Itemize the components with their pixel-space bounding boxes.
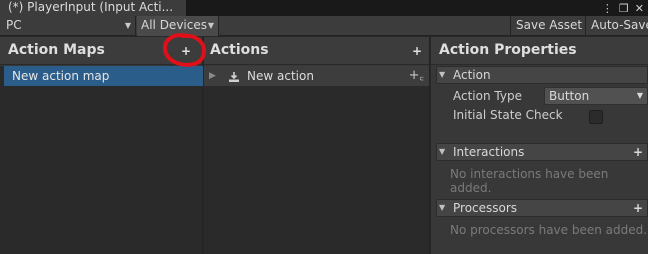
device-dropdown[interactable]: All Devices ▼: [137, 16, 219, 36]
add-action-map-button[interactable]: +: [181, 44, 191, 58]
processors-section-label: Processors: [453, 201, 518, 215]
actions-panel: Actions + ▶ New action +꜀: [204, 37, 430, 254]
foldout-open-icon: ▼: [439, 203, 446, 212]
device-value: All Devices: [141, 18, 207, 32]
save-asset-button[interactable]: Save Asset: [510, 16, 587, 36]
actions-header: Actions +: [204, 37, 429, 65]
action-maps-header: Action Maps +: [0, 37, 202, 65]
window-controls: ⋮ ❐ ✕: [602, 0, 644, 16]
maximize-icon[interactable]: ❐: [619, 2, 629, 15]
initial-state-check-label: Initial State Check: [453, 108, 563, 122]
download-icon: [229, 72, 239, 82]
window-tab[interactable]: (*) PlayerInput (Input Acti...: [0, 0, 186, 16]
action-maps-list: New action map: [0, 66, 203, 254]
add-binding-icon[interactable]: +꜀: [409, 66, 424, 86]
actions-list: ▶ New action +꜀: [204, 66, 429, 254]
action-type-dropdown[interactable]: Button ▼: [544, 87, 648, 105]
action-type-value: Button: [549, 89, 590, 103]
interactions-section-label: Interactions: [453, 145, 525, 159]
action-maps-title: Action Maps: [8, 42, 105, 58]
list-item[interactable]: ▶ New action +꜀: [204, 66, 429, 86]
action-section-label: Action: [453, 68, 491, 82]
chevron-down-icon: ▼: [636, 91, 643, 100]
processors-section-header[interactable]: ▼ Processors +: [436, 199, 648, 217]
initial-state-checkbox[interactable]: [589, 110, 603, 124]
add-interaction-button[interactable]: +: [633, 144, 643, 160]
chevron-down-icon: ▼: [124, 21, 131, 30]
action-properties-title: Action Properties: [439, 42, 577, 58]
action-type-label: Action Type: [453, 89, 522, 103]
control-scheme-value: PC: [6, 18, 22, 32]
foldout-arrow-icon[interactable]: ▶: [209, 66, 216, 86]
control-scheme-dropdown[interactable]: PC ▼: [0, 16, 136, 36]
processors-empty-message: No processors have been added.: [450, 223, 648, 237]
interactions-section-header[interactable]: ▼ Interactions +: [436, 143, 648, 161]
foldout-open-icon: ▼: [439, 70, 446, 79]
kebab-menu-icon[interactable]: ⋮: [602, 2, 613, 15]
list-item[interactable]: New action map: [4, 66, 203, 86]
action-section-header[interactable]: ▼ Action: [436, 66, 648, 84]
chevron-down-icon: ▼: [207, 21, 214, 30]
actions-title: Actions: [210, 42, 269, 58]
foldout-open-icon: ▼: [439, 147, 446, 156]
action-properties-panel: Action Properties ▼ Action Action Type B…: [431, 37, 648, 254]
auto-save-toggle[interactable]: Auto-Save: [585, 16, 648, 36]
action-label: New action: [247, 69, 314, 83]
add-action-button[interactable]: +: [412, 44, 422, 58]
window-tab-bar: (*) PlayerInput (Input Acti... ⋮ ❐ ✕: [0, 0, 648, 16]
close-icon[interactable]: ✕: [635, 2, 644, 15]
add-processor-button[interactable]: +: [633, 200, 643, 216]
interactions-empty-message: No interactions have been added.: [450, 167, 609, 195]
action-maps-panel: Action Maps + New action map: [0, 37, 203, 254]
action-properties-header: Action Properties: [431, 37, 648, 65]
toolbar: PC ▼ All Devices ▼ Save Asset Auto-Save: [0, 16, 648, 36]
